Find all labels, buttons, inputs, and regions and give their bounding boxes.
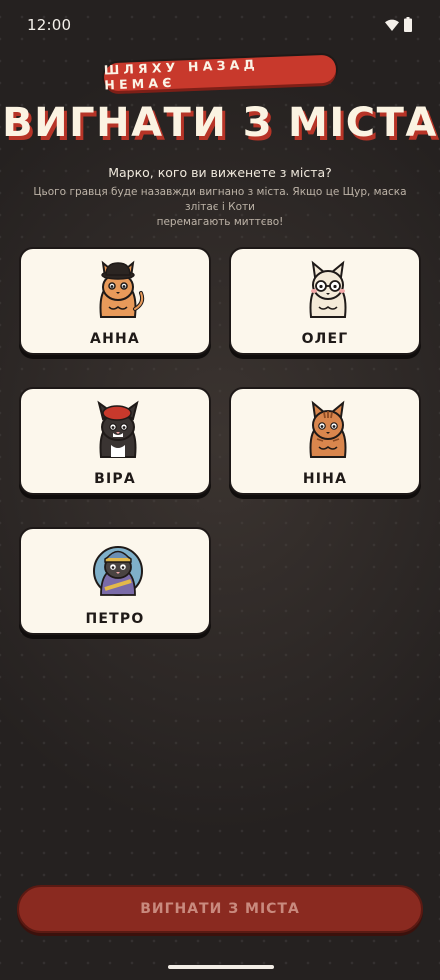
player-card-vira[interactable]: ВІРА	[19, 387, 211, 495]
player-card-anna[interactable]: АННА	[19, 247, 211, 355]
status-time: 12:00	[27, 16, 72, 34]
battery-icon	[404, 17, 412, 32]
status-bar: 12:00	[0, 0, 440, 50]
player-name: НІНА	[302, 471, 348, 487]
hint-line-1: Цього гравця буде назавжди вигнано з міс…	[33, 186, 407, 213]
player-name: ВІРА	[94, 471, 136, 487]
cat-cap-icon	[93, 546, 143, 596]
player-card-oleg[interactable]: ОЛЕГ	[229, 247, 421, 355]
home-indicator[interactable]	[168, 965, 274, 969]
hint-text: Цього гравця буде назавжди вигнано з міс…	[20, 185, 420, 230]
page-title: ВИГНАТИ З МІСТА	[2, 100, 438, 146]
question-text: Марко, кого ви виженете з міста?	[108, 165, 332, 180]
player-name: АННА	[90, 331, 140, 347]
player-name: ПЕТРО	[85, 611, 145, 627]
player-name: ОЛЕГ	[301, 331, 349, 347]
cat-glasses-icon	[309, 260, 347, 318]
banish-button-label: ВИГНАТИ З МІСТА	[140, 901, 300, 917]
banish-button[interactable]: ВИГНАТИ З МІСТА	[17, 885, 423, 933]
player-card-petro[interactable]: ПЕТРО	[19, 527, 211, 635]
player-card-nina[interactable]: НІНА	[229, 387, 421, 495]
ribbon-banner: ШЛЯХУ НАЗАД НЕМАЄ	[103, 54, 337, 93]
wifi-icon	[385, 19, 399, 31]
cat-bowler-hat-icon	[99, 260, 145, 318]
cat-beret-icon	[97, 400, 139, 458]
ribbon-text: ШЛЯХУ НАЗАД НЕМАЄ	[103, 56, 260, 93]
hint-line-2: перемагають миттєво!	[156, 216, 284, 228]
cat-tabby-icon	[309, 400, 347, 458]
